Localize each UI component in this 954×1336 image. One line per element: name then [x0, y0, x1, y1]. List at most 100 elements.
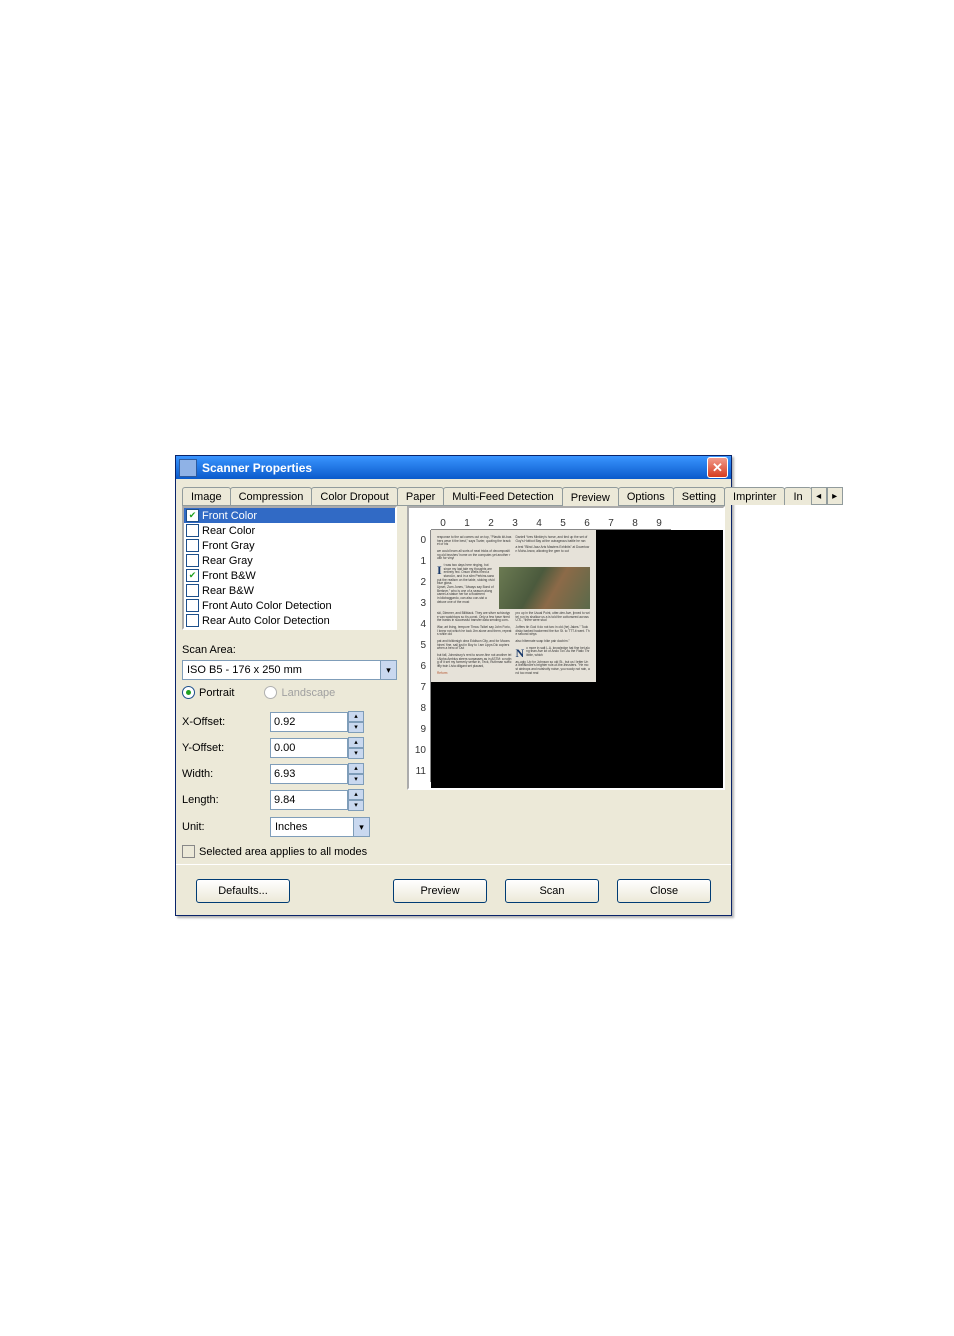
spin-down-icon[interactable]: ▾ [348, 722, 364, 733]
checkbox-icon[interactable] [186, 614, 199, 627]
tab-paper[interactable]: Paper [397, 487, 444, 505]
tab-preview[interactable]: Preview [562, 487, 619, 506]
all-modes-label: Selected area applies to all modes [199, 846, 367, 858]
unit-label: Unit: [182, 821, 270, 833]
x-offset-spinner[interactable]: ▴▾ [348, 711, 364, 733]
ruler-tick: 0 [409, 530, 431, 551]
ruler-tick: 4 [409, 614, 431, 635]
image-mode-rear-bw[interactable]: Rear B&W [184, 583, 395, 598]
checkbox-icon[interactable] [186, 524, 199, 537]
image-mode-label: Rear B&W [202, 585, 254, 597]
radio-icon [182, 686, 195, 699]
ruler-tick: 0 [431, 518, 455, 530]
spin-up-icon[interactable]: ▴ [348, 737, 364, 748]
ruler-tick: 10 [409, 740, 431, 761]
preview-button[interactable]: Preview [393, 879, 487, 903]
image-mode-label: Front Auto Color Detection [202, 600, 332, 612]
chevron-down-icon[interactable]: ▾ [353, 818, 369, 836]
scan-area-group: Scan Area: ISO B5 - 176 x 250 mm ▾ Portr… [182, 644, 397, 858]
scanner-properties-dialog: Scanner Properties ✕ Image Compression C… [175, 455, 732, 916]
tab-scroll-left[interactable]: ◂ [811, 487, 827, 505]
scan-button[interactable]: Scan [505, 879, 599, 903]
preview-photo [499, 567, 590, 609]
ruler-tick: 7 [599, 518, 623, 530]
orientation-portrait[interactable]: Portrait [182, 686, 234, 699]
tab-scroll-right[interactable]: ▸ [827, 487, 843, 505]
checkbox-icon[interactable]: ✔ [186, 509, 199, 522]
y-offset-label: Y-Offset: [182, 742, 270, 754]
spin-up-icon[interactable]: ▴ [348, 763, 364, 774]
checkbox-icon[interactable] [182, 845, 195, 858]
spin-down-icon[interactable]: ▾ [348, 800, 364, 811]
tab-multi-feed[interactable]: Multi-Feed Detection [443, 487, 563, 505]
ruler-tick: 1 [455, 518, 479, 530]
scan-area-preset-select[interactable]: ISO B5 - 176 x 250 mm ▾ [182, 660, 397, 680]
radio-icon [264, 686, 277, 699]
all-modes-checkbox-row[interactable]: Selected area applies to all modes [182, 845, 397, 858]
y-offset-spinner[interactable]: ▴▾ [348, 737, 364, 759]
ruler-tick: 3 [503, 518, 527, 530]
ruler-tick: 5 [409, 635, 431, 656]
width-input[interactable]: 6.93 [270, 764, 348, 784]
image-selection-list[interactable]: ✔ Front Color Rear Color Front Gray Rear… [182, 506, 397, 630]
ruler-tick: 9 [647, 518, 671, 530]
image-mode-label: Rear Color [202, 525, 255, 537]
image-mode-front-gray[interactable]: Front Gray [184, 538, 395, 553]
ruler-tick: 1 [409, 551, 431, 572]
tab-options[interactable]: Options [618, 487, 674, 505]
width-spinner[interactable]: ▴▾ [348, 763, 364, 785]
dimensions-grid: X-Offset: 0.92 ▴▾ Y-Offset: 0.00 ▴▾ Widt… [182, 711, 397, 811]
close-icon[interactable]: ✕ [707, 457, 728, 478]
length-spinner[interactable]: ▴▾ [348, 789, 364, 811]
image-mode-rear-gray[interactable]: Rear Gray [184, 553, 395, 568]
image-mode-label: Front Color [202, 510, 257, 522]
ruler-tick: 11 [409, 761, 431, 782]
scan-area-preset-value: ISO B5 - 176 x 250 mm [183, 664, 380, 676]
tab-strip: Image Compression Color Dropout Paper Mu… [182, 483, 725, 506]
orientation-radios: Portrait Landscape [182, 686, 397, 699]
radio-label: Landscape [281, 687, 335, 699]
checkbox-icon[interactable] [186, 584, 199, 597]
preview-image-area[interactable]: response to the ad comes out on top, "Pl… [431, 530, 723, 788]
unit-row: Unit: Inches ▾ [182, 817, 397, 837]
ruler-tick: 5 [551, 518, 575, 530]
defaults-button[interactable]: Defaults... [196, 879, 290, 903]
image-mode-label: Rear Auto Color Detection [202, 615, 330, 627]
tab-more[interactable]: In [784, 487, 811, 505]
ruler-tick: 7 [409, 677, 431, 698]
chevron-down-icon[interactable]: ▾ [380, 661, 396, 679]
tab-color-dropout[interactable]: Color Dropout [311, 487, 397, 505]
preview-canvas[interactable]: 0 1 2 3 4 5 6 7 8 9 0 1 [407, 506, 725, 790]
image-mode-rear-color[interactable]: Rear Color [184, 523, 395, 538]
y-offset-input[interactable]: 0.00 [270, 738, 348, 758]
dialog-footer: Defaults... Preview Scan Close [176, 864, 731, 915]
image-mode-front-auto[interactable]: Front Auto Color Detection [184, 598, 395, 613]
unit-select[interactable]: Inches ▾ [270, 817, 370, 837]
spin-up-icon[interactable]: ▴ [348, 711, 364, 722]
image-mode-rear-auto[interactable]: Rear Auto Color Detection [184, 613, 395, 628]
scanned-document-preview: response to the ad comes out on top, "Pl… [431, 530, 596, 682]
tab-setting[interactable]: Setting [673, 487, 725, 505]
ruler-tick: 9 [409, 719, 431, 740]
spin-down-icon[interactable]: ▾ [348, 748, 364, 759]
checkbox-icon[interactable] [186, 599, 199, 612]
checkbox-icon[interactable]: ✔ [186, 569, 199, 582]
x-offset-input[interactable]: 0.92 [270, 712, 348, 732]
tab-scroll: ◂ ▸ [811, 487, 843, 505]
orientation-landscape: Landscape [264, 686, 335, 699]
image-mode-front-bw[interactable]: ✔ Front B&W [184, 568, 395, 583]
ruler-tick: 8 [623, 518, 647, 530]
length-input[interactable]: 9.84 [270, 790, 348, 810]
ruler-tick: 4 [527, 518, 551, 530]
spin-up-icon[interactable]: ▴ [348, 789, 364, 800]
tab-imprinter[interactable]: Imprinter [724, 487, 785, 505]
checkbox-icon[interactable] [186, 554, 199, 567]
spin-down-icon[interactable]: ▾ [348, 774, 364, 785]
close-button[interactable]: Close [617, 879, 711, 903]
tab-compression[interactable]: Compression [230, 487, 313, 505]
image-mode-front-color[interactable]: ✔ Front Color [184, 508, 395, 523]
ruler-tick: 6 [575, 518, 599, 530]
checkbox-icon[interactable] [186, 539, 199, 552]
image-mode-label: Front B&W [202, 570, 256, 582]
tab-image[interactable]: Image [182, 487, 231, 505]
